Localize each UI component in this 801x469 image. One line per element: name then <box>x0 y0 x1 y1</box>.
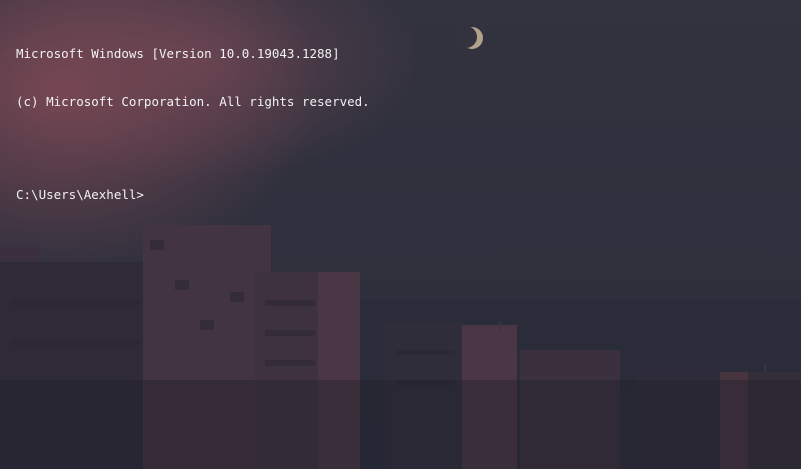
moon-icon <box>455 26 483 49</box>
console-banner-copyright: (c) Microsoft Corporation. All rights re… <box>16 94 370 109</box>
terminal-window[interactable]: Microsoft Windows [Version 10.0.19043.12… <box>0 0 801 469</box>
console-banner-version: Microsoft Windows [Version 10.0.19043.12… <box>16 46 340 61</box>
command-prompt-row[interactable]: C:\Users\Aexhell> <box>16 187 370 203</box>
command-prompt: C:\Users\Aexhell> <box>16 187 144 202</box>
command-input[interactable] <box>144 187 152 201</box>
console-output[interactable]: Microsoft Windows [Version 10.0.19043.12… <box>16 14 370 235</box>
